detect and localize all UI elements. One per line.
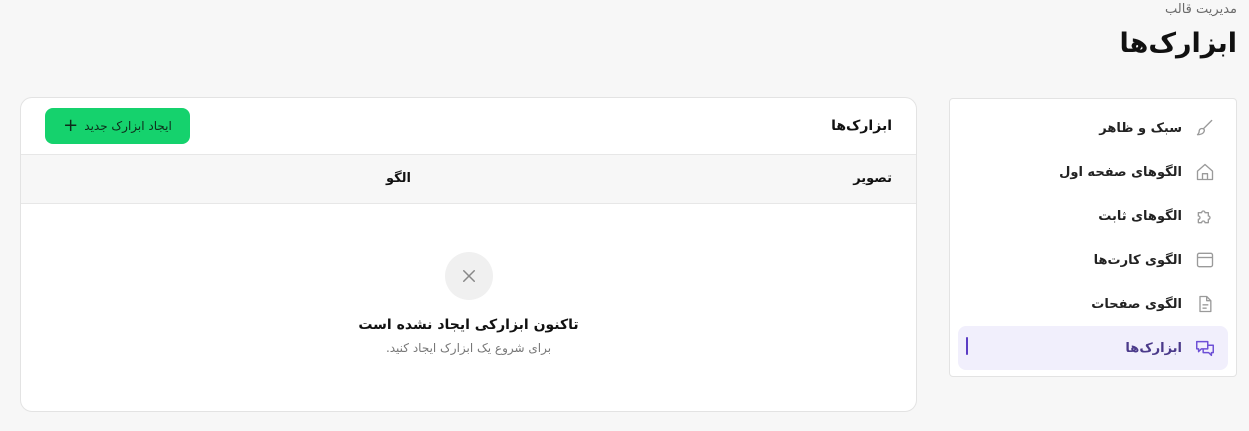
sidebar-item-card-pattern[interactable]: الگوی کارت‌ها [958, 238, 1228, 282]
card-title: ابزارک‌ها [831, 118, 892, 134]
sidebar-item-label: الگوی کارت‌ها [1093, 252, 1182, 268]
sidebar-item-home-patterns[interactable]: الگوهای صفحه اول [958, 150, 1228, 194]
document-icon [1194, 293, 1216, 315]
sidebar-item-page-pattern[interactable]: الگوی صفحات [958, 282, 1228, 326]
sidebar-item-label: سبک و ظاهر [1099, 120, 1182, 136]
chat-icon [1194, 337, 1216, 359]
card-header: ابزارک‌ها ایجاد ابزارک جدید + [21, 98, 916, 155]
sidebar-item-fixed-patterns[interactable]: الگوهای ثابت [958, 194, 1228, 238]
card-icon [1194, 249, 1216, 271]
plus-icon: + [63, 115, 79, 136]
widgets-card: ابزارک‌ها ایجاد ابزارک جدید + تصویر الگو… [20, 97, 917, 412]
sidebar-item-style[interactable]: سبک و ظاهر [958, 106, 1228, 150]
column-header-image: تصویر [853, 171, 892, 186]
active-indicator [966, 337, 968, 355]
home-icon [1194, 161, 1216, 183]
sidebar-item-label: الگوی صفحات [1091, 296, 1182, 312]
brush-icon [1194, 117, 1216, 139]
sidebar-item-label: ابزارک‌ها [1125, 340, 1182, 356]
sidebar: سبک و ظاهر الگوهای صفحه اول الگوهای ثابت… [949, 98, 1237, 377]
empty-state-title: تاکنون ابزارکی ایجاد نشده است [358, 317, 579, 333]
add-widget-button[interactable]: ایجاد ابزارک جدید + [45, 108, 190, 144]
page-title: ابزارک‌ها [1119, 28, 1238, 59]
breadcrumb[interactable]: مدیریت قالب [1165, 2, 1237, 17]
empty-state: تاکنون ابزارکی ایجاد نشده است برای شروع … [21, 252, 916, 355]
table-header: تصویر الگو [21, 155, 916, 204]
add-widget-label: ایجاد ابزارک جدید [84, 119, 172, 133]
sidebar-item-label: الگوهای ثابت [1098, 208, 1182, 224]
sidebar-item-label: الگوهای صفحه اول [1059, 164, 1182, 180]
empty-state-subtitle: برای شروع یک ابزارک ایجاد کنید. [385, 341, 552, 355]
column-header-pattern: الگو [385, 171, 411, 186]
close-icon [444, 252, 493, 300]
puzzle-icon [1194, 205, 1216, 227]
sidebar-item-widgets[interactable]: ابزارک‌ها [958, 326, 1228, 370]
